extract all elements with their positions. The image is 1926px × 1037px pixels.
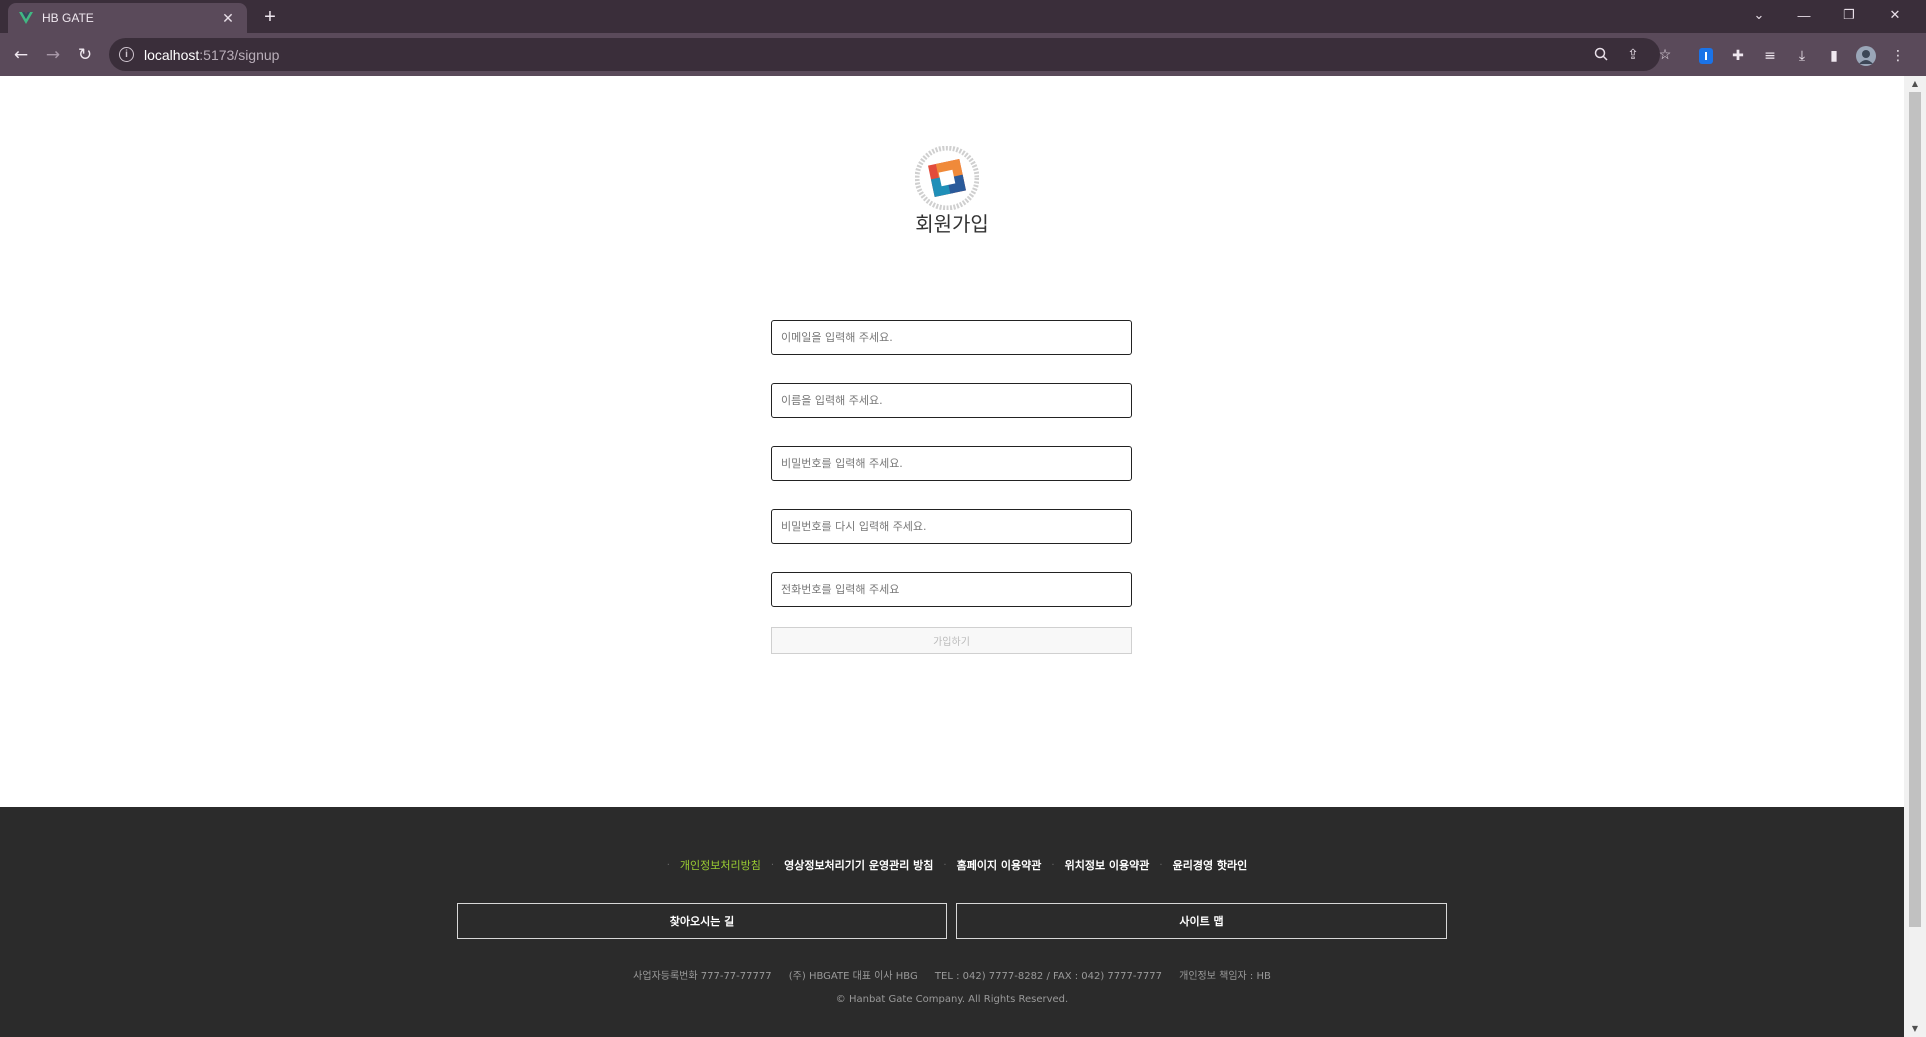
- tab-title: HB GATE: [42, 11, 94, 25]
- sitemap-button[interactable]: 사이트 맵: [956, 903, 1447, 939]
- footer-link-location-terms[interactable]: 위치정보 이용약관: [1065, 857, 1150, 873]
- password-manager-extension-icon[interactable]: [1696, 46, 1716, 66]
- url-host: localhost: [144, 46, 200, 63]
- reload-icon[interactable]: ↻: [72, 42, 98, 68]
- name-field[interactable]: [771, 383, 1132, 418]
- new-tab-button[interactable]: +: [258, 5, 282, 29]
- site-footer: · 개인정보처리방침 · 영상정보처리기기 운영관리 방침 · 홈페이지 이용약…: [0, 807, 1904, 1037]
- profile-avatar[interactable]: [1856, 46, 1876, 66]
- scroll-thumb[interactable]: [1909, 92, 1921, 927]
- tab-search-icon[interactable]: ⌄: [1744, 3, 1774, 27]
- footer-link-ethics-hotline[interactable]: 윤리경영 핫라인: [1173, 857, 1248, 873]
- copyright: © Hanbat Gate Company. All Rights Reserv…: [835, 994, 1069, 1005]
- footer-separator: ·: [1159, 859, 1163, 871]
- privacy-officer: 개인정보 책임자 : HB: [1179, 971, 1271, 982]
- vue-logo-icon: [18, 11, 34, 25]
- password-field[interactable]: [771, 446, 1132, 481]
- company-info: 사업자등록번화 777-77-77777 (주) HBGATE 대표 이사 HB…: [0, 967, 1904, 982]
- reading-list-icon[interactable]: ≡: [1760, 46, 1780, 66]
- business-number: 사업자등록번화 777-77-77777: [633, 971, 772, 982]
- page-title: 회원가입: [915, 212, 989, 236]
- directions-button[interactable]: 찾아오시는 길: [457, 903, 947, 939]
- bookmark-star-icon[interactable]: ☆: [1655, 44, 1675, 64]
- tab-strip: HB GATE ✕ + ⌄ — ❐ ✕: [0, 0, 1926, 33]
- browser-tab[interactable]: HB GATE ✕: [8, 3, 247, 33]
- close-window-icon[interactable]: ✕: [1880, 3, 1910, 27]
- address-bar[interactable]: i localhost:5173/signup ⇪ ☆: [109, 38, 1671, 71]
- signup-submit-button[interactable]: 가입하기: [771, 627, 1132, 654]
- scroll-up-icon[interactable]: ▲: [1910, 79, 1920, 89]
- browser-toolbar: ← → ↻ i localhost:5173/signup ⇪ ☆ ✚ ≡ ⤓ …: [0, 33, 1926, 76]
- scroll-down-icon[interactable]: ▼: [1910, 1024, 1920, 1034]
- email-field[interactable]: [771, 320, 1132, 355]
- footer-separator: ·: [943, 859, 947, 871]
- download-icon[interactable]: ⤓: [1792, 46, 1812, 66]
- tel-fax: TEL : 042) 7777-8282 / FAX : 042) 7777-7…: [934, 971, 1162, 982]
- back-icon[interactable]: ←: [8, 42, 34, 68]
- footer-separator: ·: [1051, 859, 1055, 871]
- footer-link-privacy-policy[interactable]: 개인정보처리방침: [680, 857, 761, 873]
- hb-gate-logo: [914, 145, 980, 211]
- side-panel-icon[interactable]: ▮: [1824, 46, 1844, 66]
- restore-icon[interactable]: ❐: [1834, 3, 1864, 27]
- url-path: :5173/signup: [199, 46, 280, 63]
- forward-icon[interactable]: →: [40, 42, 66, 68]
- share-icon[interactable]: ⇪: [1623, 44, 1643, 64]
- footer-separator: ·: [770, 859, 775, 871]
- zoom-icon[interactable]: [1591, 44, 1611, 64]
- extensions-puzzle-icon[interactable]: ✚: [1728, 46, 1748, 66]
- page-scrollbar[interactable]: ▲ ▼: [1904, 76, 1926, 1037]
- company-name: (주) HBGATE 대표 이사 HBG: [788, 971, 918, 982]
- menu-kebab-icon[interactable]: ⋮: [1888, 46, 1908, 66]
- site-info-icon[interactable]: i: [119, 47, 134, 62]
- tab-close-icon[interactable]: ✕: [219, 9, 237, 27]
- footer-links: · 개인정보처리방침 · 영상정보처리기기 운영관리 방침 · 홈페이지 이용약…: [0, 857, 1904, 873]
- minimize-icon[interactable]: —: [1789, 3, 1819, 27]
- footer-link-cctv-policy[interactable]: 영상정보처리기기 운영관리 방침: [784, 857, 933, 873]
- password-confirm-field[interactable]: [771, 509, 1132, 544]
- footer-separator: ·: [666, 859, 670, 871]
- footer-link-terms[interactable]: 홈페이지 이용약관: [957, 857, 1042, 873]
- phone-field[interactable]: [771, 572, 1132, 607]
